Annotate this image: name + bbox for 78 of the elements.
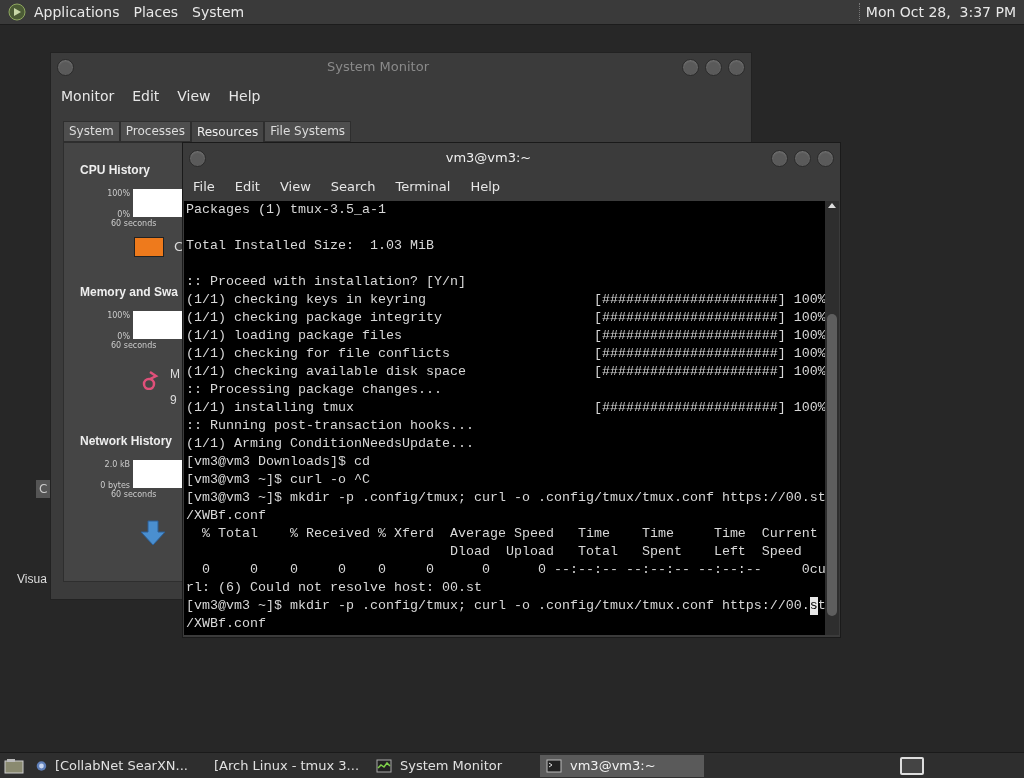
window-title: System Monitor [326,58,430,77]
terminal-line: Dload Upload Total Spent Left Speed [448,543,803,561]
terminal-line: /XWBf.conf [186,615,267,633]
terminal-line: [vm3@vm3 ~]$ curl -o ^C [186,471,371,489]
menu-item[interactable]: Help [470,177,501,197]
terminal-line: (1/1) installing tmux [######################] 100% [186,399,825,417]
terminal-line: 0 0 0 0 0 0 0 0 --:--:-- --:--:-- --:--:-- 0cu [201,561,825,579]
axis-label: 100% [107,310,130,320]
terminal-line: [vm3@vm3 ~]$ mkdir -p .config/tmux; curl -o .config/tmux/tmux.conf https://00.st [186,489,825,507]
section-title: CPU History [80,162,150,179]
axis-label: 2.0 kB [104,459,130,469]
window-control-icon[interactable] [682,58,699,76]
legend-label: C [174,238,184,257]
menu-item[interactable]: View [279,177,311,197]
axis-label: 100% [107,189,130,198]
logo-icon[interactable] [8,3,26,21]
section-title: Network History [80,432,173,450]
terminal-line: (1/1) checking available disk space [######################] 100% [186,363,825,381]
tab[interactable]: System [63,121,120,142]
time-label: 60 seconds [111,219,157,229]
terminal-line: rl: (6) Could not resolve host: 00.st [186,579,483,597]
terminal-line: :: Running post-transaction hooks... [186,417,475,435]
tab[interactable]: Resources [190,121,265,142]
menu-item[interactable]: View [177,85,211,107]
download-arrow-icon [140,519,166,546]
terminal-line: Packages (1) tmux-3.5_a-1 [186,201,387,219]
terminal-line: (1/1) Arming ConditionNeedsUpdate... [186,435,475,453]
menu-item[interactable]: Monitor [61,85,115,107]
time-label: 60 seconds [111,489,157,500]
terminal-line: [vm3@vm3 Downloads]$ cd [186,453,371,471]
panel-menu[interactable]: Places [133,1,179,23]
terminal-line: (1/1) loading package files [######################] 100% [186,327,825,345]
workspace-switcher[interactable] [900,756,924,775]
menu-item[interactable]: Search [330,177,376,197]
window-menu-icon[interactable] [189,149,206,167]
terminal-line: [vm3@vm3 ~]$ mkdir -p .config/tmux; curl -o .config/tmux/tmux.conf https://00. [186,597,810,615]
text-cursor: s [809,597,818,615]
desktop-button[interactable]: C [36,480,51,498]
desktop-icon-label[interactable]: Visua [17,570,47,588]
time-label: 60 seconds [111,340,157,351]
tab[interactable]: Processes [119,121,191,142]
window-title: vm3@vm3:~ [444,149,533,168]
window-control-icon[interactable] [728,58,745,76]
window-control-icon[interactable] [771,149,788,167]
terminal-line: (1/1) checking for file conflicts [######################] 100% [186,345,825,363]
terminal-line: % Total % Received % Xferd Average Speed Time Time Time Current [201,525,819,543]
menu-item[interactable]: Terminal [395,177,451,197]
panel-menu[interactable]: System [192,1,245,23]
legend-label: M [170,365,180,383]
terminal-line: t [817,597,825,615]
show-desktop-icon[interactable] [4,757,24,774]
menu-item[interactable]: Help [228,85,261,107]
tab[interactable]: File Systems [264,121,352,142]
legend-value: 9 [170,391,178,409]
terminal-icon [546,757,562,774]
menu-item[interactable]: Edit [234,177,260,197]
axis-label: 0% [117,210,130,219]
scrollbar[interactable] [825,201,839,635]
section-title: Memory and Swa [80,283,179,301]
axis-label: 0% [117,331,130,341]
terminal-line: :: Proceed with installation? [Y/n] [186,273,467,291]
terminal-line: (1/1) checking keys in keyring [######################] 100% [186,291,825,309]
clock[interactable]: Mon Oct 28, 3:37 PM [865,1,1016,23]
panel-menu[interactable]: Applications [34,1,120,23]
taskbar-button[interactable]: vm3@vm3:~ [540,754,704,777]
window-control-icon[interactable] [794,149,811,167]
terminal-line: /XWBf.conf [186,507,267,525]
color-swatch[interactable] [134,237,164,257]
terminal-line: Total Installed Size: 1.03 MiB [186,237,435,255]
menu-item[interactable]: Edit [132,85,160,107]
window-menu-icon[interactable] [57,58,74,76]
axis-label: 0 bytes [100,480,130,490]
menu-item[interactable]: File [193,177,215,197]
monitor-icon [376,757,392,774]
window-control-icon[interactable] [705,58,722,76]
terminal-line: (1/1) checking package integrity [######################] 100% [186,309,825,327]
window-control-icon[interactable] [817,149,834,167]
terminal-line: :: Processing package changes... [186,381,443,399]
